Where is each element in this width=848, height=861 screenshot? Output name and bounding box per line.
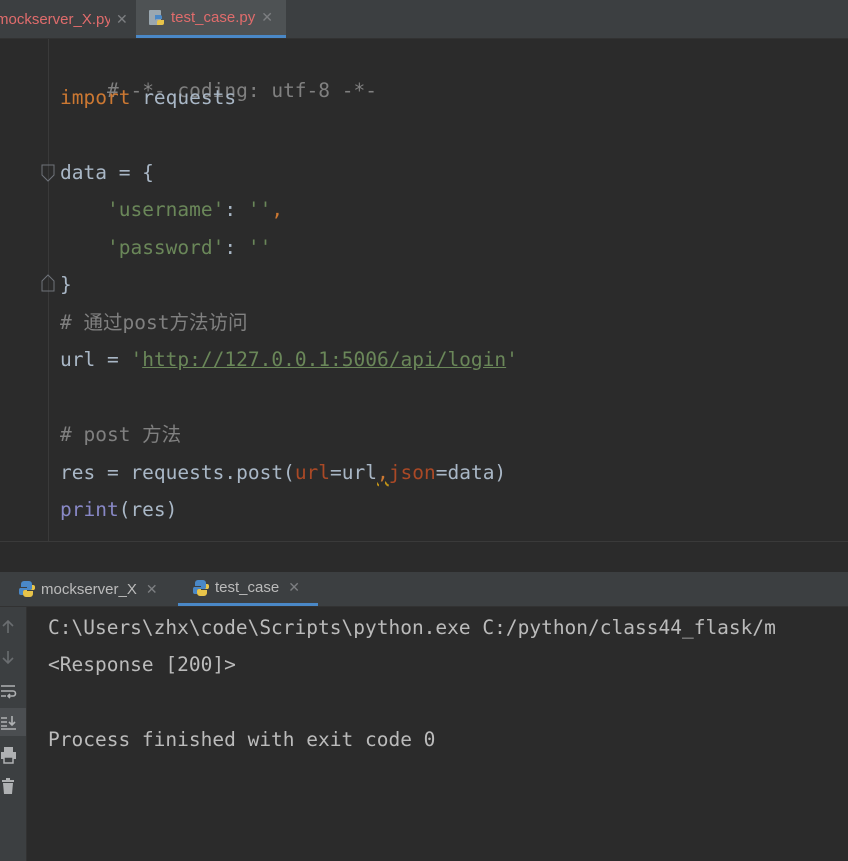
code-line-11: # post 方法 (60, 420, 181, 450)
param-name: json (388, 461, 436, 484)
arrow-up-icon[interactable] (0, 617, 18, 635)
code-line-9: url = 'http://127.0.0.1:5006/api/login' (60, 345, 518, 375)
keyword-import: import (60, 86, 131, 109)
editor-tab-bar: mockserver_X.py ✕ test_case.py ✕ (0, 0, 848, 39)
url-link[interactable]: http://127.0.0.1:5006/api/login (142, 348, 506, 371)
dict-close: } (60, 273, 72, 296)
run-tab-mockserver[interactable]: mockserver_X ✕ (18, 572, 158, 606)
python-icon (18, 581, 36, 597)
call: res = requests.post( (60, 461, 295, 484)
dict-open: data = { (60, 161, 154, 184)
trash-icon[interactable] (0, 777, 18, 795)
run-tab-bar: mockserver_X ✕ test_case ✕ (0, 572, 848, 607)
colon: : (224, 236, 248, 259)
comment: # post 方法 (60, 423, 182, 446)
run-tab-test-case[interactable]: test_case ✕ (178, 572, 318, 606)
code-line-5: 'username': '', (60, 195, 283, 225)
param-name: url (294, 461, 331, 484)
dict-key: 'username' (106, 198, 225, 221)
fold-icon[interactable] (40, 274, 56, 292)
comma-warning: , (377, 461, 389, 484)
editor-tab-mockserver[interactable]: mockserver_X.py ✕ (0, 0, 130, 38)
dict-key: 'password' (106, 236, 225, 259)
close-icon[interactable]: ✕ (288, 579, 300, 596)
close-icon[interactable]: ✕ (146, 581, 158, 598)
param-value: =data) (435, 461, 507, 484)
console-line-exit: Process finished with exit code 0 (48, 728, 436, 751)
param-value: =url (330, 461, 378, 484)
code-line-8: # 通过post方法访问 (60, 308, 247, 338)
colon: : (224, 198, 248, 221)
console-output[interactable]: C:\Users\zhx\code\Scripts\python.exe C:/… (27, 607, 848, 861)
dict-value: '' (247, 198, 272, 221)
code-line-2: import requests (60, 83, 236, 113)
code-line-12: res = requests.post(url=url,json=data) (60, 458, 506, 488)
run-tab-label: mockserver_X (41, 580, 137, 598)
module-name: requests (130, 86, 237, 109)
print-icon[interactable] (0, 746, 18, 764)
assignment: url = (60, 348, 131, 371)
code-line-1: # -*- coding: utf-8 -*- (60, 46, 377, 102)
run-tab-label: test_case (215, 579, 280, 596)
comma: , (271, 198, 284, 221)
python-icon (192, 579, 210, 596)
soft-wrap-icon[interactable] (0, 682, 18, 700)
code-line-7: } (60, 270, 72, 300)
arrow-down-icon[interactable] (0, 649, 18, 667)
run-side-toolbar (0, 607, 27, 861)
call-args: (res) (118, 498, 178, 521)
fold-icon[interactable] (40, 164, 56, 182)
dict-value: '' (247, 236, 272, 259)
console-line-command: C:\Users\zhx\code\Scripts\python.exe C:/… (48, 616, 776, 639)
builtin-print: print (60, 498, 119, 521)
comment: # 通过post方法访问 (60, 311, 248, 334)
editor-tab-label: mockserver_X.py (0, 10, 110, 28)
scroll-to-end-icon[interactable] (0, 713, 18, 731)
python-file-icon (149, 9, 164, 25)
code-line-13: print(res) (60, 495, 177, 525)
quote: ' (506, 348, 518, 371)
close-icon[interactable]: ✕ (261, 9, 273, 26)
close-icon[interactable]: ✕ (116, 11, 128, 28)
code-editor[interactable]: # -*- coding: utf-8 -*- import requests … (0, 39, 848, 541)
panel-divider[interactable] (0, 541, 848, 573)
code-line-4: data = { (60, 158, 154, 188)
console-line-response: <Response [200]> (48, 653, 236, 676)
quote: ' (130, 348, 143, 371)
editor-tab-test-case[interactable]: test_case.py ✕ (136, 0, 286, 38)
code-line-6: 'password': '' (60, 233, 271, 263)
editor-tab-label: test_case.py (171, 9, 256, 26)
